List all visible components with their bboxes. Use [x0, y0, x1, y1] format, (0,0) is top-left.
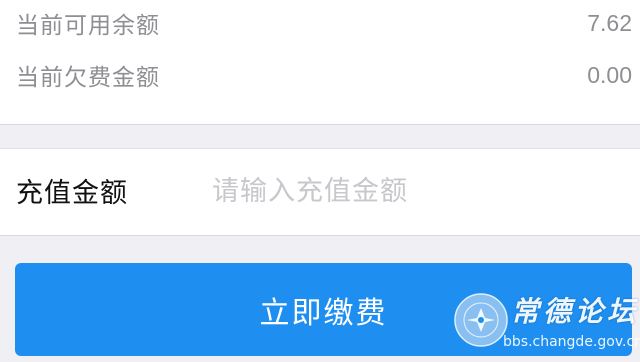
recharge-amount-input[interactable]: [200, 169, 632, 213]
recharge-card: 充值金额: [0, 148, 640, 236]
owed-amount-label: 当前欠费金额: [16, 65, 160, 91]
available-balance-row: 当前可用余额 7.62: [16, 3, 632, 43]
balance-card: 当前可用余额 7.62 当前欠费金额 0.00: [0, 0, 640, 125]
recharge-amount-label: 充值金额: [16, 178, 128, 209]
owed-amount-row: 当前欠费金额 0.00: [16, 55, 632, 95]
available-balance-label: 当前可用余额: [16, 13, 160, 39]
pay-now-button[interactable]: 立即缴费: [15, 263, 632, 356]
owed-amount-value: 0.00: [587, 61, 632, 88]
available-balance-value: 7.62: [587, 9, 632, 36]
